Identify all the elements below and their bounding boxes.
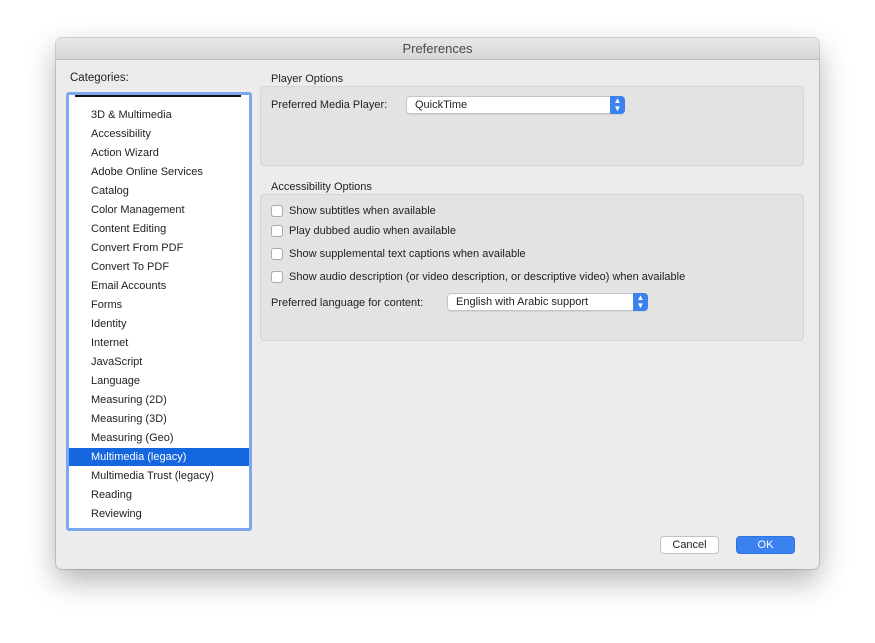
checkbox-audio-description[interactable]: Show audio description (or video descrip… (271, 271, 685, 283)
sidebar-item[interactable]: Measuring (2D) (69, 391, 249, 409)
checkbox-box[interactable] (271, 248, 283, 260)
accessibility-options-group: Show subtitles when available Play dubbe… (260, 194, 804, 341)
sidebar-item[interactable]: Content Editing (69, 220, 249, 238)
checkbox-box[interactable] (271, 225, 283, 237)
sidebar-item[interactable]: Convert To PDF (69, 258, 249, 276)
chevron-updown-icon: ▲ ▼ (633, 293, 648, 311)
sidebar-item[interactable]: Measuring (Geo) (69, 429, 249, 447)
media-player-value: QuickTime (415, 99, 468, 111)
checkbox-subtitles[interactable]: Show subtitles when available (271, 205, 436, 217)
checkbox-label: Show audio description (or video descrip… (289, 271, 686, 283)
language-value: English with Arabic support (456, 296, 589, 308)
categories-label: Categories: (70, 72, 129, 84)
sidebar-item[interactable]: Action Wizard (69, 144, 249, 162)
checkbox-label: Play dubbed audio when available (289, 225, 456, 237)
checkbox-text-captions[interactable]: Show supplemental text captions when ava… (271, 248, 526, 260)
sidebar-item[interactable]: Search (69, 524, 249, 528)
sidebar-item[interactable]: Adobe Online Services (69, 163, 249, 181)
sidebar-item[interactable]: JavaScript (69, 353, 249, 371)
sidebar-item[interactable]: Accessibility (69, 125, 249, 143)
sidebar-item[interactable]: Multimedia (legacy) (69, 448, 249, 466)
sidebar-item[interactable]: Identity (69, 315, 249, 333)
sidebar-item[interactable]: Color Management (69, 201, 249, 219)
checkbox-dubbed-audio[interactable]: Play dubbed audio when available (271, 225, 456, 237)
categories-list[interactable]: 3D & Multimedia Accessibility Action Wizar… (66, 92, 252, 531)
sidebar-item[interactable]: Convert From PDF (69, 239, 249, 257)
sidebar-item[interactable]: Email Accounts (69, 277, 249, 295)
language-label: Preferred language for content: (271, 297, 424, 309)
sidebar-item[interactable]: Reading (69, 486, 249, 504)
sidebar-item[interactable]: Measuring (3D) (69, 410, 249, 428)
player-options-group: Preferred Media Player: QuickTime ▲ ▼ (260, 86, 804, 166)
sidebar-item[interactable]: Language (69, 372, 249, 390)
sidebar-item[interactable]: Internet (69, 334, 249, 352)
accessibility-options-title: Accessibility Options (271, 181, 372, 193)
checkbox-label: Show subtitles when available (289, 205, 436, 217)
cancel-button[interactable]: Cancel (660, 536, 719, 554)
chevron-updown-icon: ▲ ▼ (610, 96, 625, 114)
sidebar-item[interactable]: Forms (69, 296, 249, 314)
checkbox-label: Show supplemental text captions when ava… (289, 248, 526, 260)
checkbox-box[interactable] (271, 205, 283, 217)
language-select[interactable]: English with Arabic support ▲ ▼ (447, 293, 648, 311)
player-options-title: Player Options (271, 73, 344, 85)
checkbox-box[interactable] (271, 271, 283, 283)
sidebar-item[interactable]: Catalog (69, 182, 249, 200)
sidebar-item[interactable]: Multimedia Trust (legacy) (69, 467, 249, 485)
sidebar-item[interactable]: Reviewing (69, 505, 249, 523)
preferences-dialog: Preferences Categories: 3D & Multimedia A… (56, 38, 819, 569)
ok-button[interactable]: OK (736, 536, 795, 554)
list-divider (75, 95, 241, 97)
window-title: Preferences (56, 38, 819, 60)
media-player-label: Preferred Media Player: (271, 99, 388, 111)
media-player-select[interactable]: QuickTime ▲ ▼ (406, 96, 625, 114)
sidebar-item[interactable]: 3D & Multimedia (69, 106, 249, 124)
